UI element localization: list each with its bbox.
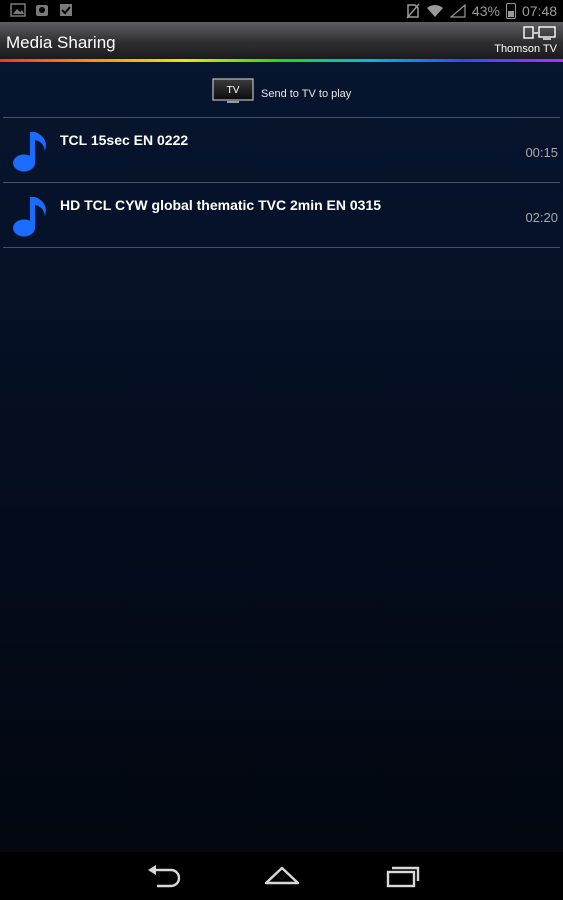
cloud-icon: [36, 5, 48, 16]
send-to-tv-bar[interactable]: TV Send to TV to play: [0, 62, 563, 117]
list-item[interactable]: TCL 15sec EN 0222 00:15: [0, 118, 563, 182]
image-icon: [10, 3, 26, 17]
send-to-tv-label: Send to TV to play: [261, 88, 352, 100]
media-title: HD TCL CYW global thematic TVC 2min EN 0…: [60, 197, 382, 213]
no-sim-icon: [406, 3, 420, 19]
notification-icons: [10, 2, 74, 18]
page-title: Media Sharing: [6, 33, 116, 52]
home-icon[interactable]: [264, 864, 300, 888]
music-note-icon: [13, 132, 46, 172]
back-icon[interactable]: [145, 864, 181, 888]
list-item[interactable]: HD TCL CYW global thematic TVC 2min EN 0…: [0, 183, 563, 247]
checkbox-icon: [60, 4, 72, 16]
status-bar: 43% 07:48: [0, 0, 563, 22]
navigation-bar: [0, 852, 563, 900]
action-bar: Media Sharing Thomson TV: [0, 22, 563, 59]
clock: 07:48: [521, 3, 557, 19]
tv-icon-label: TV: [227, 85, 240, 96]
divider: [3, 247, 560, 248]
media-sharing-screen: 43% 07:48 Media Sharing Thomson TV TV Se…: [0, 0, 563, 900]
phone-to-tv-icon: [523, 26, 556, 40]
signal-icon: [449, 4, 466, 18]
system-indicators: 43% 07:48: [406, 0, 557, 22]
battery-icon: [505, 3, 516, 19]
device-name: Thomson TV: [494, 43, 557, 55]
recent-apps-icon[interactable]: [385, 864, 421, 888]
battery-percent: 43%: [471, 3, 500, 19]
music-note-icon: [13, 197, 46, 237]
media-duration: 00:15: [525, 145, 558, 160]
media-title: TCL 15sec EN 0222: [60, 132, 189, 148]
tv-icon[interactable]: TV: [212, 78, 254, 105]
wifi-icon: [426, 4, 443, 17]
media-duration: 02:20: [525, 210, 558, 225]
device-selector-button[interactable]: Thomson TV: [477, 25, 557, 57]
